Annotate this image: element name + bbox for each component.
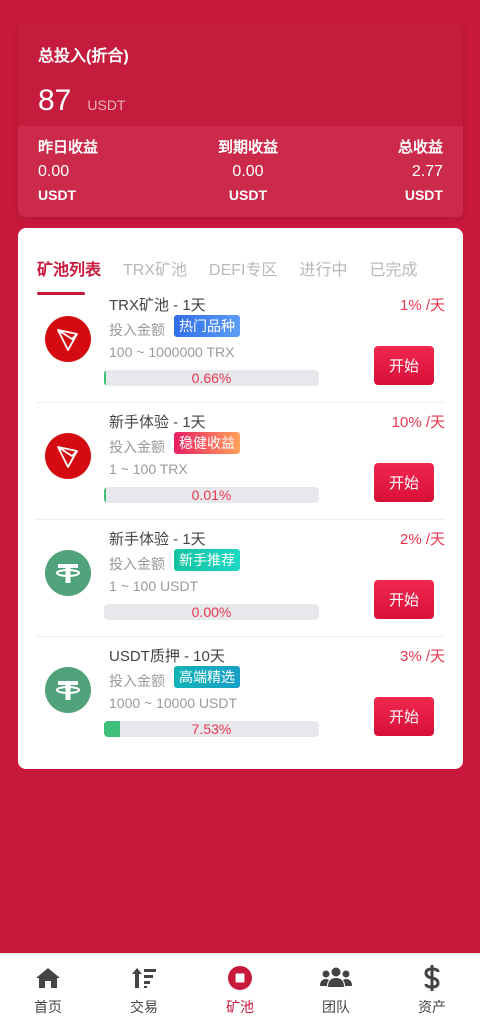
- pool-list-card: 矿池列表 TRX矿池 DEFI专区 进行中 已完成 TRX矿池 - 1天 1% …: [18, 228, 463, 769]
- daily-rate: 2% /天: [399, 531, 445, 548]
- start-button[interactable]: 开始: [374, 346, 434, 385]
- pool-name: 新手体验 - 1天: [109, 414, 206, 431]
- bottom-nav: 首页 交易 矿池 团队 资产: [0, 953, 480, 1024]
- stat-value: 0.00: [38, 163, 70, 180]
- nav-item-team[interactable]: 团队: [288, 954, 384, 1024]
- invest-amount-label: 投入金额: [109, 439, 165, 455]
- nav-label: 矿池: [226, 999, 254, 1015]
- tag-badge: 热门品种: [174, 315, 240, 337]
- start-button[interactable]: 开始: [374, 697, 434, 736]
- tab-completed[interactable]: 已完成: [370, 256, 418, 286]
- progress-text: 0.66%: [191, 370, 232, 386]
- stat-label: 昨日收益: [38, 139, 99, 156]
- nav-item-pool[interactable]: 矿池: [192, 954, 288, 1024]
- stat-yesterday-earnings: 昨日收益 0.00 USDT: [38, 136, 98, 217]
- stat-label: 到期收益: [217, 139, 278, 156]
- nav-label: 交易: [130, 999, 158, 1015]
- pool-item: TRX矿池 - 1天 1% /天 投入金额 热门品种 100 ~ 1000000…: [36, 286, 445, 403]
- progress-text: 0.01%: [191, 487, 232, 503]
- dollar-icon: [423, 965, 441, 991]
- summary-amount-row: 87 USDT: [38, 84, 443, 118]
- progress-text: 7.53%: [191, 721, 232, 737]
- stat-label: 总收益: [397, 139, 443, 156]
- start-button[interactable]: 开始: [374, 463, 434, 502]
- total-investment-unit: USDT: [87, 97, 126, 113]
- stat-total-earnings: 总收益 2.77 USDT: [398, 136, 443, 217]
- stat-value: 2.77: [411, 163, 443, 180]
- pool-item: USDT质押 - 10天 3% /天 投入金额 高端精选 1000 ~ 1000…: [36, 637, 445, 754]
- nav-label: 资产: [418, 999, 446, 1015]
- invest-amount-label: 投入金额: [109, 673, 165, 689]
- total-investment-amount: 87: [38, 84, 72, 117]
- tab-trx-pool[interactable]: TRX矿池: [123, 256, 187, 286]
- nav-item-trade[interactable]: 交易: [96, 954, 192, 1024]
- trx-coin-icon: [45, 316, 91, 362]
- investment-summary-card: 总投入(折合) 87 USDT 昨日收益 0.00 USDT 到期收益 0.00…: [18, 22, 463, 217]
- tab-pool-list[interactable]: 矿池列表: [37, 256, 101, 295]
- tag-badge: 新手推荐: [174, 549, 240, 571]
- mining-pool-page: 总投入(折合) 87 USDT 昨日收益 0.00 USDT 到期收益 0.00…: [0, 0, 480, 1024]
- invest-range: 100 ~ 1000000 TRX: [109, 344, 235, 360]
- stat-unit: USDT: [38, 187, 77, 203]
- stop-circle-icon: [227, 965, 253, 991]
- nav-label: 团队: [322, 999, 350, 1015]
- nav-item-assets[interactable]: 资产: [384, 954, 480, 1024]
- trx-coin-icon: [45, 433, 91, 479]
- summary-header: 总投入(折合) 87 USDT: [18, 22, 463, 126]
- tab-in-progress[interactable]: 进行中: [299, 256, 347, 286]
- stat-unit: USDT: [228, 187, 268, 203]
- invest-amount-label: 投入金额: [109, 322, 165, 338]
- stat-unit: USDT: [404, 187, 443, 203]
- tab-defi-zone[interactable]: DEFI专区: [209, 256, 277, 286]
- invest-range: 1 ~ 100 TRX: [109, 461, 188, 477]
- pool-item: 新手体验 - 1天 10% /天 投入金额 稳健收益 1 ~ 100 TRX 0…: [36, 403, 445, 520]
- progress-bar: 0.00%: [104, 604, 319, 620]
- progress-text: 0.00%: [191, 604, 232, 620]
- invest-range: 1 ~ 100 USDT: [109, 578, 199, 594]
- pool-tabs: 矿池列表 TRX矿池 DEFI专区 进行中 已完成: [18, 228, 463, 295]
- tag-badge: 高端精选: [174, 666, 240, 688]
- sort-icon: [131, 965, 157, 991]
- progress-bar: 0.66%: [104, 370, 319, 386]
- stat-value: 0.00: [232, 163, 264, 180]
- pool-name: 新手体验 - 1天: [109, 531, 206, 548]
- earnings-stats: 昨日收益 0.00 USDT 到期收益 0.00 USDT 总收益 2.77 U…: [18, 126, 463, 217]
- nav-label: 首页: [34, 999, 62, 1015]
- home-icon: [35, 965, 61, 991]
- stat-maturity-earnings: 到期收益 0.00 USDT: [218, 136, 278, 217]
- summary-title: 总投入(折合): [38, 48, 129, 65]
- pool-name: TRX矿池 - 1天: [109, 297, 206, 314]
- start-button[interactable]: 开始: [374, 580, 434, 619]
- users-icon: [319, 965, 353, 991]
- progress-bar: 7.53%: [104, 721, 319, 737]
- pool-name: USDT质押 - 10天: [109, 648, 225, 665]
- progress-bar: 0.01%: [104, 487, 319, 503]
- daily-rate: 3% /天: [399, 648, 445, 665]
- pool-item: 新手体验 - 1天 2% /天 投入金额 新手推荐 1 ~ 100 USDT 0…: [36, 520, 445, 637]
- invest-range: 1000 ~ 10000 USDT: [109, 695, 238, 711]
- nav-item-home[interactable]: 首页: [0, 954, 96, 1024]
- daily-rate: 10% /天: [391, 414, 445, 431]
- usdt-coin-icon: [45, 550, 91, 596]
- usdt-coin-icon: [45, 667, 91, 713]
- invest-amount-label: 投入金额: [109, 556, 165, 572]
- tag-badge: 稳健收益: [174, 432, 240, 454]
- daily-rate: 1% /天: [399, 297, 445, 314]
